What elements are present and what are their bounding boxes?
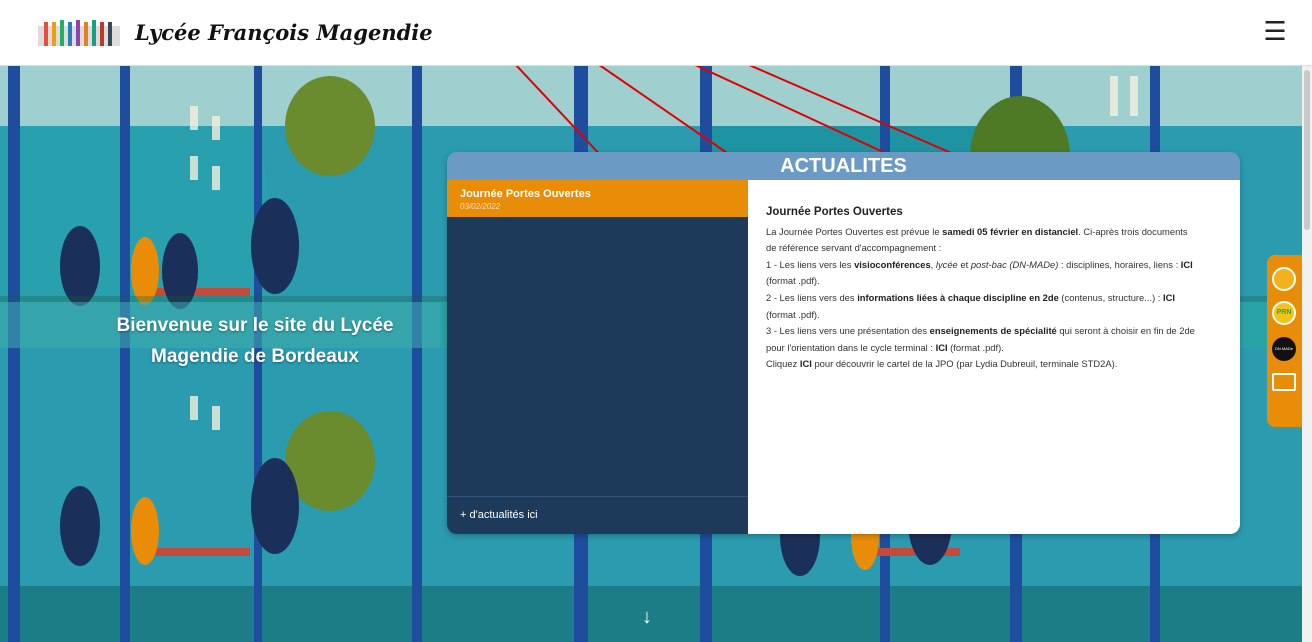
chat-icon[interactable] [1272,267,1296,291]
news-panel: ACTUALITES Journée Portes Ouvertes 03/02… [447,152,1240,534]
ici-link-4[interactable]: ICI [800,358,812,369]
article-intro-line2: de référence servant d'accompagnement : [766,242,942,254]
mail-icon[interactable] [1272,373,1296,391]
article-point-1-format: (format .pdf). [766,275,820,287]
welcome-text: Bienvenue sur le site du Lycée Magendie … [116,315,394,367]
school-logo[interactable] [38,18,120,50]
news-item-date: 03/02/2022 [460,202,501,211]
site-header: Lycée François Magendie ☰ [0,0,1312,66]
dn-made-icon[interactable]: DN MADe [1272,337,1296,361]
article-point-2: 2 - Les liens vers des informations liée… [766,291,1176,303]
article-point-4: Cliquez ICI pour découvrir le cartel de … [766,358,1118,370]
scrollbar-thumb[interactable] [1304,70,1310,230]
news-list: Journée Portes Ouvertes 03/02/2022 + d'a… [447,180,748,534]
article-point-3-line2: pour l'orientation dans le cycle termina… [766,341,1004,353]
hamburger-icon[interactable]: ☰ [1260,16,1290,46]
article-title: Journée Portes Ouvertes [766,206,903,218]
article-intro: La Journée Portes Ouvertes est prévue le… [766,225,1188,237]
site-title[interactable]: Lycée François Magendie [135,20,433,45]
more-news-link[interactable]: + d'actualités ici [447,496,748,534]
ici-link-1[interactable]: ICI [1181,259,1193,270]
news-article: Journée Portes Ouvertes La Journée Porte… [748,180,1240,534]
ici-link-2[interactable]: ICI [1163,292,1175,303]
news-heading: ACTUALITES [447,152,1240,180]
news-item-title: Journée Portes Ouvertes [460,188,591,200]
article-point-3: 3 - Les liens vers une présentation des … [766,325,1195,337]
article-point-2-format: (format .pdf). [766,308,820,320]
article-point-1: 1 - Les liens vers les visioconférences,… [766,258,1193,270]
prn-icon[interactable]: PRN [1272,301,1296,325]
social-sidebar: PRN DN MADe [1267,255,1302,427]
news-item-active[interactable]: Journée Portes Ouvertes 03/02/2022 [447,180,748,217]
ici-link-3[interactable]: ICI [936,342,948,353]
scroll-down-icon[interactable]: ↓ [642,606,652,629]
